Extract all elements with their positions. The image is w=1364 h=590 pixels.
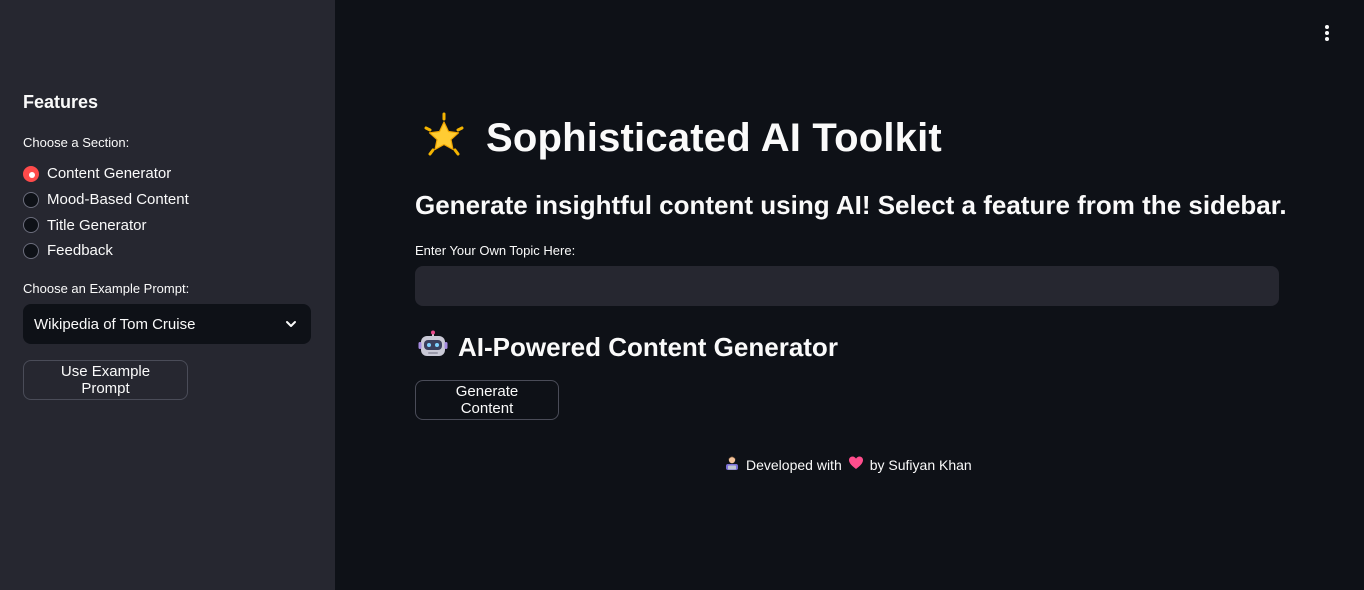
radio-label: Mood-Based Content	[47, 191, 189, 209]
robot-icon	[418, 330, 448, 365]
main-menu-icon[interactable]	[1318, 22, 1336, 42]
glowing-star-icon	[420, 112, 468, 165]
radio-label: Feedback	[47, 242, 113, 260]
section-radio-group: Content Generator Mood-Based Content Tit…	[23, 161, 189, 264]
chevron-down-icon	[284, 317, 298, 331]
heart-icon	[848, 455, 864, 474]
sidebar-title: Features	[23, 92, 99, 112]
radio-title-generator[interactable]: Title Generator	[23, 212, 189, 238]
generate-content-button[interactable]: Generate Content	[415, 380, 559, 420]
page-title: Sophisticated AI Toolkit	[420, 112, 942, 165]
footer-developed-with: Developed with	[746, 456, 842, 473]
radio-button-selected[interactable]	[23, 165, 39, 182]
page-title-text: Sophisticated AI Toolkit	[486, 116, 942, 160]
technologist-icon	[724, 455, 740, 474]
radio-button[interactable]	[23, 217, 39, 234]
radio-button[interactable]	[23, 191, 39, 208]
radio-feedback[interactable]: Feedback	[23, 238, 189, 264]
sidebar: Features Choose a Section: Content Gener…	[0, 0, 335, 590]
page-subtitle: Generate insightful content using AI! Se…	[415, 190, 1287, 220]
use-example-prompt-button[interactable]: Use Example Prompt	[23, 360, 188, 400]
example-prompt-select[interactable]: Wikipedia of Tom Cruise	[23, 304, 311, 344]
radio-label: Title Generator	[47, 216, 147, 234]
topic-input[interactable]	[415, 266, 1279, 306]
topic-input-label: Enter Your Own Topic Here:	[415, 243, 576, 258]
footer-author: by Sufiyan Khan	[869, 456, 972, 473]
radio-label: Content Generator	[47, 165, 172, 183]
section-heading-text: AI-Powered Content Generator	[458, 332, 838, 362]
footer: Developed with by Sufiyan Khan	[724, 455, 972, 474]
section-heading: AI-Powered Content Generator	[418, 330, 838, 365]
example-prompt-value: Wikipedia of Tom Cruise	[34, 315, 196, 333]
section-radio-label: Choose a Section:	[23, 135, 130, 150]
radio-button[interactable]	[23, 242, 39, 259]
radio-content-generator[interactable]: Content Generator	[23, 161, 189, 187]
radio-mood-based-content[interactable]: Mood-Based Content	[23, 187, 189, 213]
example-prompt-label: Choose an Example Prompt:	[23, 281, 190, 296]
